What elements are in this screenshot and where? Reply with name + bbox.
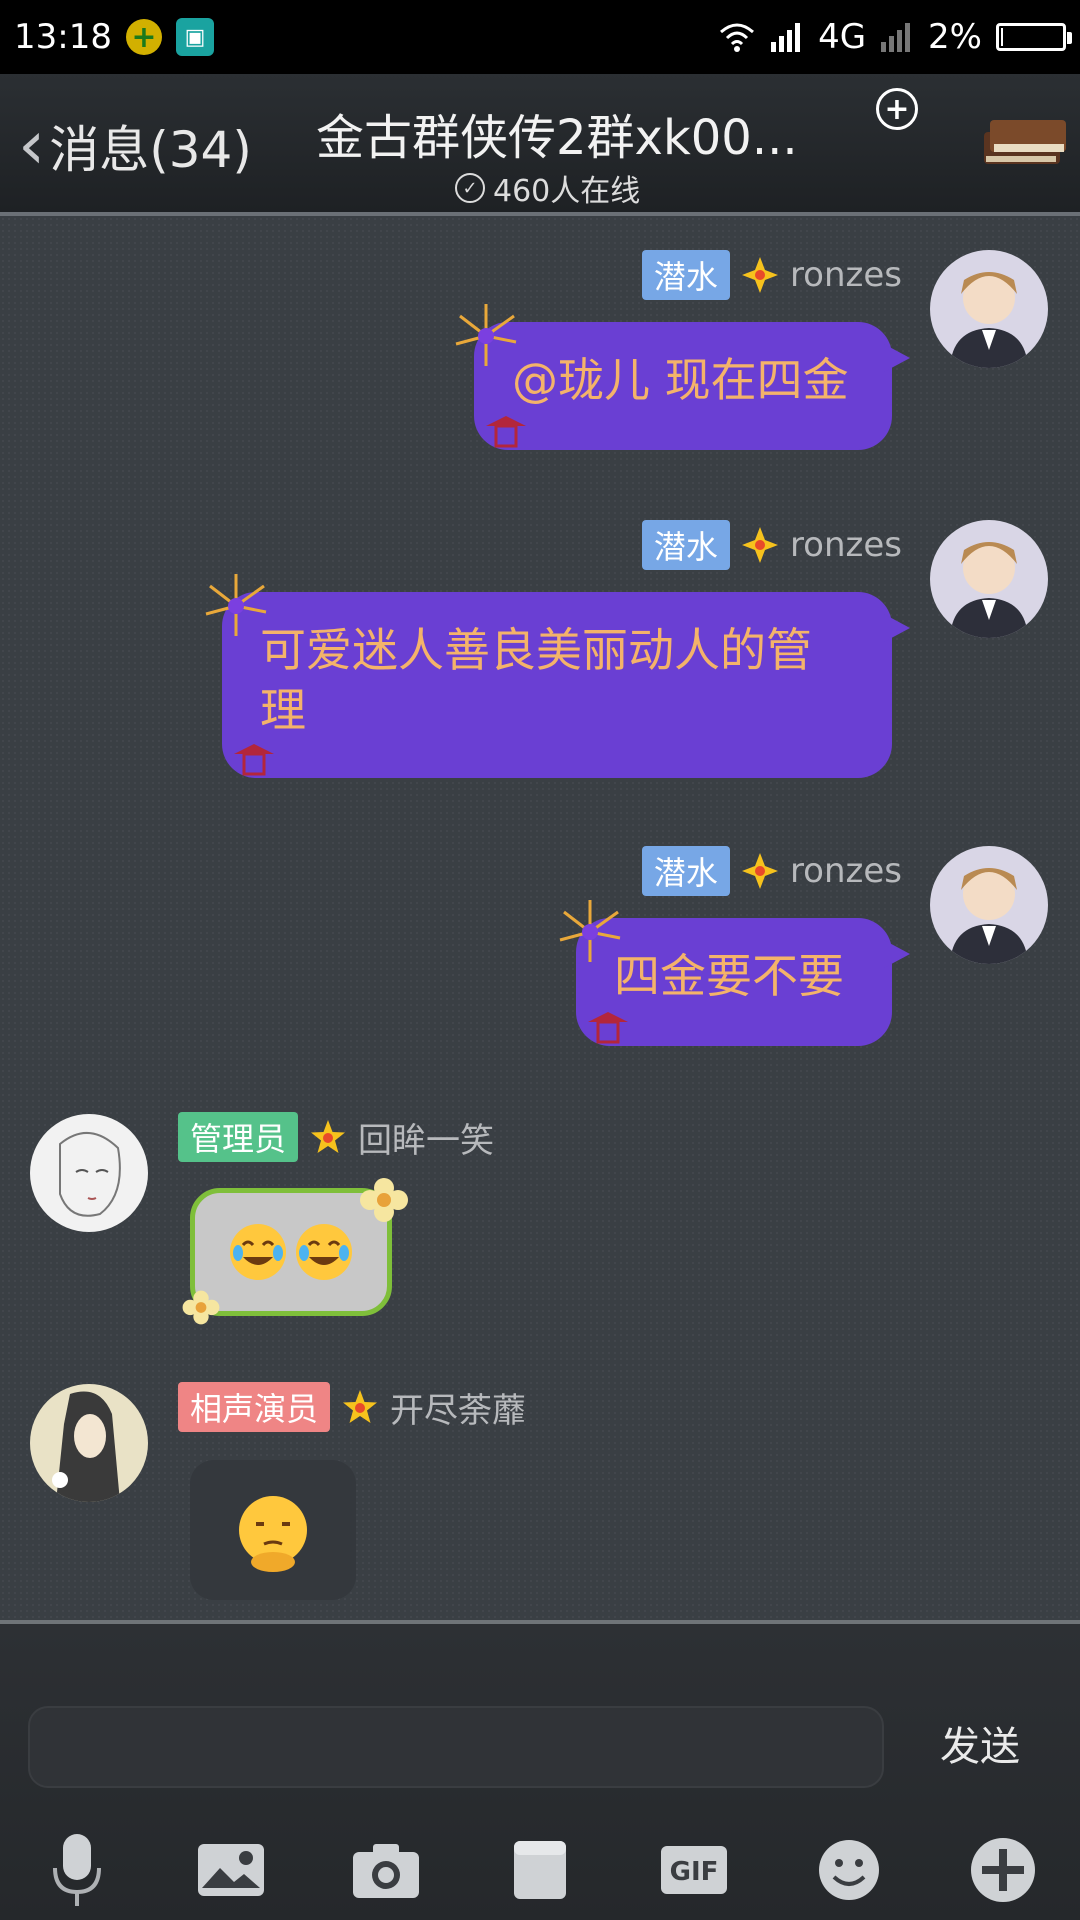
image-button[interactable] bbox=[191, 1830, 271, 1910]
flower-decoration-icon bbox=[182, 1290, 220, 1325]
add-circle-icon[interactable]: + bbox=[876, 88, 918, 130]
wifi-icon bbox=[720, 23, 755, 52]
member-title-tag: 潜水 bbox=[641, 846, 730, 896]
microphone-icon bbox=[53, 1834, 102, 1906]
input-toolbar: GIF bbox=[0, 1820, 1080, 1920]
pagoda-decoration-icon bbox=[588, 1012, 628, 1044]
sender-name[interactable]: ronzes bbox=[790, 255, 902, 295]
message-text: 可爱迷人善良美丽动人的管理 bbox=[260, 623, 812, 737]
emoji-button[interactable] bbox=[809, 1830, 889, 1910]
status-bar: 13:18 + ▣ 4G 2% bbox=[0, 0, 1080, 74]
online-count[interactable]: ✓ 460人在线 bbox=[455, 166, 640, 210]
message-bubble[interactable]: 可爱迷人善良美丽动人的管理 bbox=[222, 592, 910, 778]
rank-star-icon bbox=[741, 257, 778, 293]
group-title: 金古群侠传2群xk00... bbox=[316, 110, 798, 166]
chat-area[interactable]: 潜水 ronzes @珑儿 现在四金 潜水 ronzes 可爱迷人善良美丽动人的… bbox=[0, 216, 1080, 1783]
back-button[interactable]: ‹ 消息(34) bbox=[18, 110, 252, 182]
file-button[interactable] bbox=[500, 1830, 580, 1910]
avatar[interactable] bbox=[30, 1384, 148, 1502]
message-meta: 潜水 ronzes bbox=[641, 520, 902, 570]
emoji-message-bubble[interactable] bbox=[190, 1460, 356, 1600]
rank-star-icon bbox=[343, 1390, 378, 1423]
avatar[interactable] bbox=[930, 250, 1048, 368]
flower-decoration-icon bbox=[360, 1178, 408, 1222]
message-meta: 潜水 ronzes bbox=[641, 846, 902, 896]
composer: 发送 GIF bbox=[0, 1620, 1080, 1920]
sender-name[interactable]: ronzes bbox=[790, 851, 902, 891]
emoji-icon bbox=[818, 1840, 879, 1900]
sticker-icon bbox=[198, 1844, 265, 1896]
laughing-tears-emoji-icon bbox=[230, 1224, 286, 1280]
laughing-tears-emoji-icon bbox=[296, 1224, 352, 1280]
app-notification-icon: + bbox=[125, 19, 162, 55]
thinking-emoji-icon bbox=[239, 1496, 307, 1572]
message-meta: 相声演员 开尽荼蘼 bbox=[178, 1382, 526, 1432]
voice-button[interactable] bbox=[37, 1830, 117, 1910]
rank-star-icon bbox=[311, 1120, 346, 1153]
pagoda-decoration-icon bbox=[486, 416, 526, 448]
avatar[interactable] bbox=[930, 846, 1048, 964]
check-circle-icon: ✓ bbox=[455, 173, 485, 203]
firework-decoration-icon bbox=[205, 574, 267, 636]
message-input[interactable] bbox=[28, 1706, 884, 1788]
back-label: 消息(34) bbox=[49, 121, 252, 179]
member-title-tag: 管理员 bbox=[178, 1112, 299, 1162]
gif-icon: GIF bbox=[661, 1846, 728, 1894]
avatar[interactable] bbox=[30, 1114, 148, 1232]
sender-name[interactable]: 回眸一笑 bbox=[358, 1113, 494, 1162]
avatar[interactable] bbox=[930, 520, 1048, 638]
online-label: 460人在线 bbox=[493, 174, 641, 209]
status-time: 13:18 bbox=[14, 17, 112, 57]
screenshot-notification-icon: ▣ bbox=[175, 18, 214, 56]
folder-icon bbox=[513, 1841, 566, 1899]
camera-button[interactable] bbox=[346, 1830, 426, 1910]
sender-name[interactable]: ronzes bbox=[790, 525, 902, 565]
message-bubble[interactable]: @珑儿 现在四金 bbox=[474, 322, 910, 450]
firework-decoration-icon bbox=[559, 900, 621, 962]
message-text: 四金要不要 bbox=[614, 949, 844, 1003]
signal-icon bbox=[771, 23, 801, 52]
battery-percent: 2% bbox=[928, 17, 982, 57]
svg-text:GIF: GIF bbox=[670, 1857, 719, 1887]
more-button[interactable] bbox=[963, 1830, 1043, 1910]
firework-decoration-icon bbox=[455, 304, 517, 366]
message-text: @珑儿 现在四金 bbox=[512, 353, 849, 407]
message-meta: 潜水 ronzes bbox=[641, 250, 902, 300]
camera-icon bbox=[352, 1844, 419, 1898]
network-type: 4G bbox=[818, 17, 867, 57]
sender-name[interactable]: 开尽荼蘼 bbox=[390, 1383, 526, 1432]
send-button[interactable]: 发送 bbox=[940, 1714, 1020, 1772]
chevron-left-icon: ‹ bbox=[18, 106, 46, 185]
chat-header: ‹ 消息(34) 金古群侠传2群xk00... ✓ 460人在线 + bbox=[0, 74, 1080, 216]
battery-icon bbox=[996, 23, 1072, 51]
gif-button[interactable]: GIF bbox=[654, 1830, 734, 1910]
plus-icon bbox=[970, 1838, 1035, 1902]
pagoda-decoration-icon bbox=[234, 744, 274, 776]
rank-star-icon bbox=[741, 853, 778, 889]
group-info-book-icon[interactable] bbox=[976, 104, 1072, 180]
member-title-tag: 相声演员 bbox=[178, 1382, 331, 1432]
signal-weak-icon bbox=[881, 23, 911, 52]
member-title-tag: 潜水 bbox=[641, 250, 730, 300]
rank-star-icon bbox=[741, 527, 778, 563]
message-meta: 管理员 回眸一笑 bbox=[178, 1112, 494, 1162]
member-title-tag: 潜水 bbox=[641, 520, 730, 570]
